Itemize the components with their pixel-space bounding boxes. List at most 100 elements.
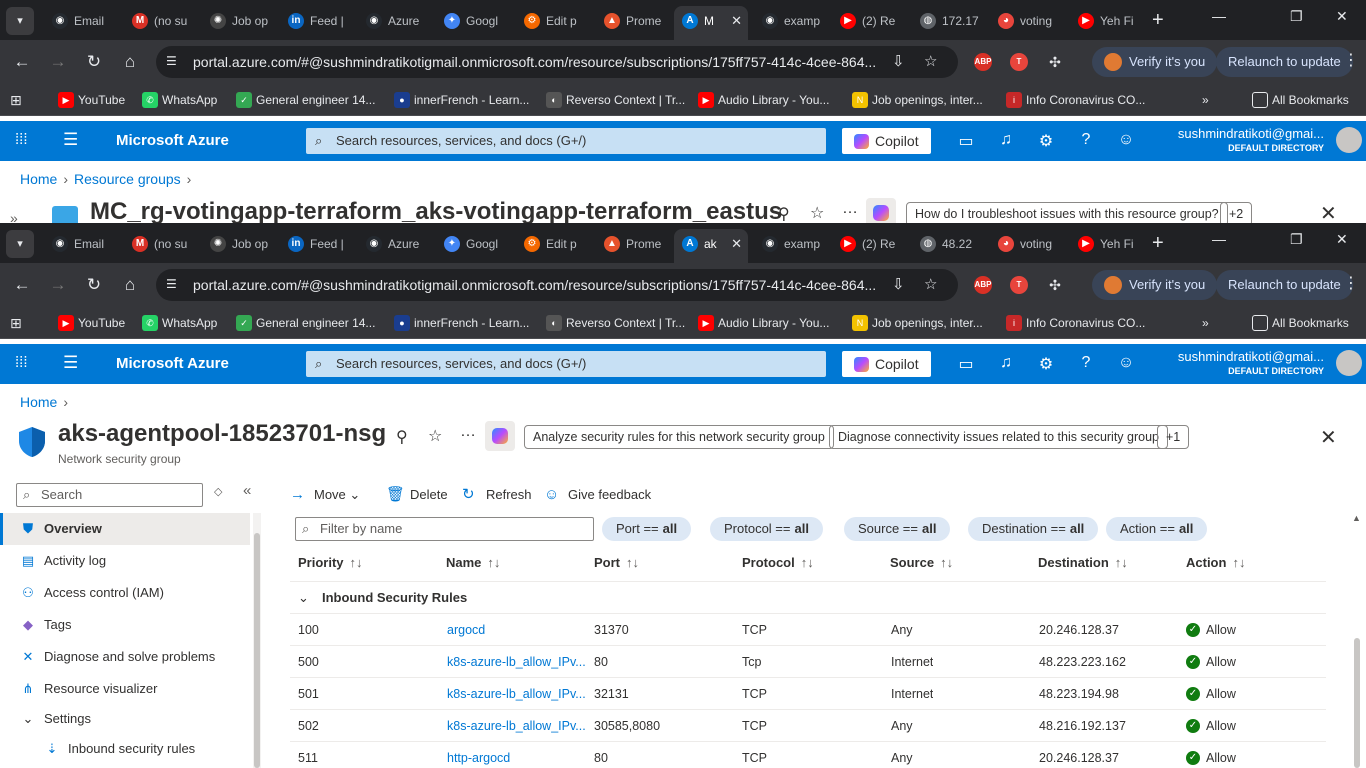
close-tab-icon[interactable]: ✕ — [731, 6, 742, 36]
more-bookmarks-icon[interactable]: » — [1202, 307, 1209, 339]
copilot-question-chip[interactable]: How do I troubleshoot issues with this r… — [906, 202, 1228, 223]
forward-icon[interactable]: → — [46, 50, 70, 74]
tab-search-button[interactable]: ▾ — [6, 7, 34, 35]
extensions-puzzle-icon[interactable]: ✣ — [1043, 273, 1067, 297]
sort-menu-icon[interactable]: ◇ — [214, 485, 222, 498]
tab-search-button[interactable]: ▾ — [6, 230, 34, 258]
waffle-icon[interactable]: ⁞⁞⁞ — [15, 131, 28, 148]
extensions-puzzle-icon[interactable]: ✣ — [1043, 50, 1067, 74]
table-row[interactable]: 100 argocd 31370 TCP Any 20.246.128.37 ✓… — [290, 614, 1326, 646]
refresh-button[interactable]: ↻ Refresh — [462, 483, 532, 507]
copilot-button[interactable]: Copilot — [842, 128, 931, 154]
close-window-icon[interactable]: ✕ — [1336, 231, 1348, 248]
nav-overview[interactable]: ⛊ Overview — [0, 513, 250, 545]
browser-tab[interactable]: ▶ (2) Re — [832, 6, 906, 36]
nav-diagnose[interactable]: ✕ Diagnose and solve problems — [0, 641, 250, 673]
browser-tab[interactable]: ▶ (2) Re — [832, 229, 906, 259]
extension-tp-icon[interactable]: T — [1010, 53, 1028, 71]
verify-button[interactable]: Verify it's you — [1092, 270, 1218, 300]
bookmark-item[interactable]: ✓ General engineer 14... — [236, 307, 375, 339]
more-bookmarks-icon[interactable]: » — [1202, 84, 1209, 116]
copilot-more-chip[interactable]: +2 — [1220, 202, 1253, 223]
analyze-rules-chip[interactable]: Analyze security rules for this network … — [524, 425, 834, 449]
bookmark-item[interactable]: N Job openings, inter... — [852, 307, 983, 339]
filter-by-name-input[interactable]: ⌕ Filter by name — [295, 517, 594, 541]
browser-tab[interactable]: ◍ 48.22 — [912, 229, 984, 259]
bookmark-item[interactable]: ◐ Reverso Context | Tr... — [546, 84, 685, 116]
settings-gear-icon[interactable]: ⚙ — [1036, 354, 1056, 374]
install-app-icon[interactable]: ⇩ — [892, 52, 905, 70]
waffle-icon[interactable]: ⁞⁞⁞ — [15, 354, 28, 371]
copilot-suggest-icon[interactable] — [866, 198, 896, 223]
browser-tab[interactable]: ✺ Job op — [202, 6, 274, 36]
pin-icon[interactable]: ⚲ — [778, 204, 790, 223]
diagnose-connectivity-chip[interactable]: Diagnose connectivity issues related to … — [829, 425, 1168, 449]
relaunch-button[interactable]: Relaunch to update — [1216, 270, 1353, 300]
reload-icon[interactable]: ↻ — [82, 273, 106, 297]
new-tab-button[interactable]: + — [1152, 231, 1164, 255]
portal-menu-icon[interactable]: ☰ — [63, 353, 78, 373]
apps-grid-icon[interactable]: ⊞ — [10, 92, 22, 108]
browser-tab[interactable]: ◍ 172.17 — [912, 6, 984, 36]
browser-tab[interactable]: Aak ✕ — [674, 229, 748, 263]
settings-gear-icon[interactable]: ⚙ — [1036, 131, 1056, 151]
inbound-group-header[interactable]: ⌄ Inbound Security Rules — [290, 582, 1326, 614]
destination-filter-pill[interactable]: Destination == all — [968, 517, 1099, 541]
column-header-protocol[interactable]: Protocol ↑↓ — [742, 550, 814, 576]
browser-tab[interactable]: ◉ examp — [754, 6, 826, 36]
browser-tab[interactable]: M (no su — [124, 229, 196, 259]
bookmark-item[interactable]: ✆ WhatsApp — [142, 307, 217, 339]
breadcrumb-resource-groups[interactable]: Resource groups — [74, 171, 181, 187]
account-info[interactable]: sushmindratikoti@gmai... DEFAULT DIRECTO… — [1178, 126, 1324, 154]
azure-brand[interactable]: Microsoft Azure — [116, 121, 229, 161]
browser-tab[interactable]: in Feed | — [280, 6, 352, 36]
verify-button[interactable]: Verify it's you — [1092, 47, 1218, 77]
omnibox[interactable]: ☰ portal.azure.com/#@sushmindratikotigma… — [156, 269, 958, 301]
nav-settings-group[interactable]: ⌄ Settings — [0, 705, 250, 733]
browser-tab[interactable]: ◕ voting — [990, 229, 1064, 259]
rule-name-link[interactable]: k8s-azure-lb_allow_IPv... — [447, 678, 586, 710]
give-feedback-button[interactable]: ☺ Give feedback — [544, 483, 651, 507]
bookmark-item[interactable]: ● innerFrench - Learn... — [394, 307, 529, 339]
expand-menu-icon[interactable]: » — [10, 210, 18, 223]
column-header-destination[interactable]: Destination ↑↓ — [1038, 550, 1128, 576]
bookmark-star-icon[interactable]: ☆ — [924, 275, 937, 293]
bookmark-item[interactable]: ▶ Audio Library - You... — [698, 84, 829, 116]
azure-search-input[interactable]: ⌕ Search resources, services, and docs (G… — [306, 128, 826, 154]
menu-search-input[interactable]: ⌕ Search — [16, 483, 203, 507]
bookmark-item[interactable]: i Info Coronavirus CO... — [1006, 307, 1145, 339]
close-blade-icon[interactable]: ✕ — [1320, 201, 1337, 223]
bookmark-item[interactable]: N Job openings, inter... — [852, 84, 983, 116]
cloud-shell-icon[interactable]: ▭ — [956, 354, 976, 374]
minimize-icon[interactable]: — — [1212, 8, 1226, 24]
column-header-action[interactable]: Action ↑↓ — [1186, 550, 1245, 576]
omnibox[interactable]: ☰ portal.azure.com/#@sushmindratikotigma… — [156, 46, 958, 78]
port-filter-pill[interactable]: Port == all — [602, 517, 692, 541]
close-blade-icon[interactable]: ✕ — [1320, 425, 1337, 450]
azure-search-input[interactable]: ⌕ Search resources, services, and docs (G… — [306, 351, 826, 377]
table-row[interactable]: 500 k8s-azure-lb_allow_IPv... 80 Tcp Int… — [290, 646, 1326, 678]
close-tab-icon[interactable]: ✕ — [731, 229, 742, 259]
bookmark-item[interactable]: ▶ Audio Library - You... — [698, 307, 829, 339]
bookmark-item[interactable]: ▶ YouTube — [58, 307, 125, 339]
back-icon[interactable]: ← — [10, 50, 34, 74]
all-bookmarks[interactable]: All Bookmarks — [1252, 307, 1349, 339]
back-icon[interactable]: ← — [10, 273, 34, 297]
url-text[interactable]: portal.azure.com/#@sushmindratikotigmail… — [193, 46, 885, 78]
browser-tab[interactable]: ✺ Job op — [202, 229, 274, 259]
nav-inbound-rules[interactable]: ⇣ Inbound security rules — [0, 733, 250, 765]
table-row[interactable]: 502 k8s-azure-lb_allow_IPv... 30585,8080… — [290, 710, 1326, 742]
favorite-star-icon[interactable]: ☆ — [810, 203, 824, 223]
notifications-bell-icon[interactable]: ♫ — [996, 354, 1016, 372]
adblock-icon[interactable]: ABP — [974, 53, 992, 71]
move-button[interactable]: → Move ⌄ — [290, 483, 360, 507]
minimize-icon[interactable]: — — [1212, 231, 1226, 247]
delete-button[interactable]: 🗑 Delete — [386, 483, 448, 507]
url-text[interactable]: portal.azure.com/#@sushmindratikotigmail… — [193, 269, 885, 301]
browser-tab[interactable]: ▶ Yeh Fi — [1070, 229, 1142, 259]
cloud-shell-icon[interactable]: ▭ — [956, 131, 976, 151]
browser-tab[interactable]: ◉ examp — [754, 229, 826, 259]
copilot-button[interactable]: Copilot — [842, 351, 931, 377]
table-row[interactable]: 501 k8s-azure-lb_allow_IPv... 32131 TCP … — [290, 678, 1326, 710]
browser-tab[interactable]: ◉ Email — [44, 6, 118, 36]
